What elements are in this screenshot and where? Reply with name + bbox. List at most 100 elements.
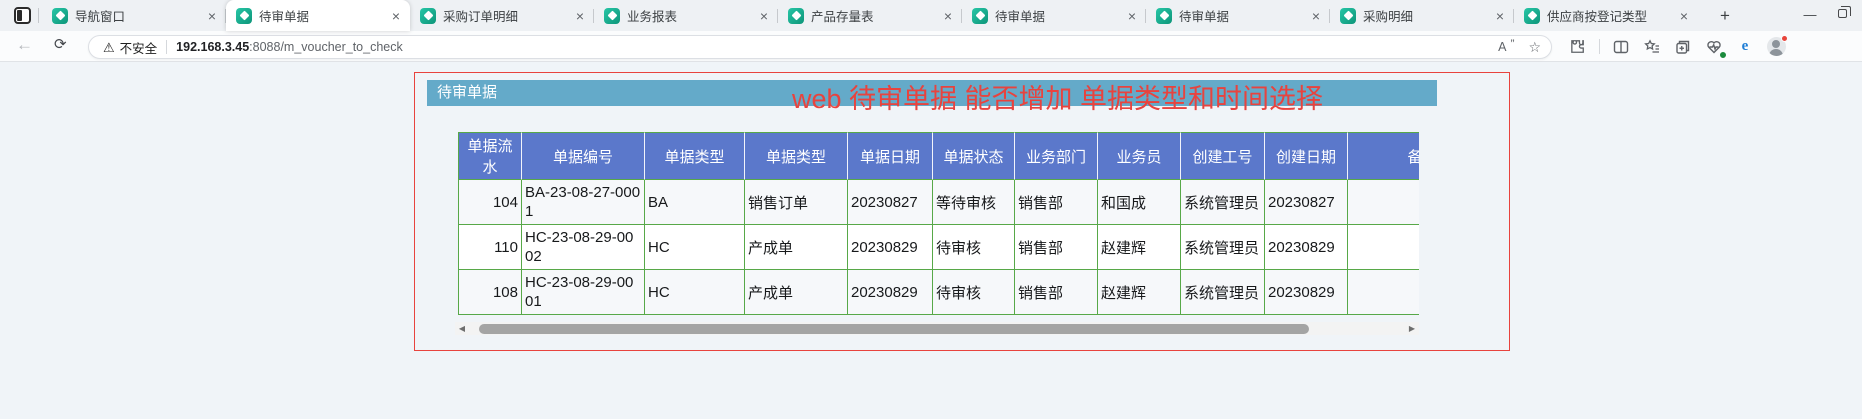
col-header-doc-type-name: 单据类型: [745, 132, 848, 180]
cell-doc-date: 20230829: [848, 225, 933, 270]
tab-pending-docs-3[interactable]: 待审单据 ×: [1146, 0, 1330, 31]
status-dot: [1719, 51, 1727, 59]
tab-close-icon[interactable]: ×: [942, 9, 954, 23]
cell-doc-status: 等待审核: [933, 180, 1015, 225]
security-label[interactable]: 不安全: [120, 38, 158, 57]
cell-doc-type-code: HC: [645, 270, 745, 315]
cell-salesperson: 赵建辉: [1098, 225, 1181, 270]
tab-label: 待审单据: [1179, 6, 1303, 25]
tab-label: 采购明细: [1363, 6, 1487, 25]
cell-remarks: [1348, 270, 1419, 315]
cell-doc-status: 待审核: [933, 225, 1015, 270]
notification-dot: [1781, 35, 1788, 42]
table-row: 110 HC-23-08-29-0002 HC 产成单 20230829 待审核…: [458, 225, 1419, 270]
extensions-icon[interactable]: [1568, 37, 1588, 57]
tab-close-icon[interactable]: ×: [1494, 9, 1506, 23]
url-host: 192.168.3.45: [176, 40, 249, 54]
tab-business-report[interactable]: 业务报表 ×: [594, 0, 778, 31]
tab-close-icon[interactable]: ×: [1126, 9, 1138, 23]
doc-number-link[interactable]: HC-23-08-29-0001: [522, 270, 645, 315]
cell-doc-type-name: 产成单: [745, 270, 848, 315]
cell-create-date: 20230829: [1265, 270, 1348, 315]
divider: [1599, 39, 1600, 54]
page-content: 待审单据 web 待审单据 能否增加 单据类型和时间选择 单据流水 单据编号 单…: [0, 62, 1862, 419]
app-favicon-icon: [52, 8, 68, 24]
cell-create-date: 20230827: [1265, 180, 1348, 225]
window-minimize-button[interactable]: —: [1796, 2, 1824, 29]
tab-pending-docs[interactable]: 待审单据 ×: [226, 0, 410, 31]
profile-avatar[interactable]: [1766, 37, 1786, 57]
col-header-remarks: 备注: [1348, 132, 1419, 180]
tab-nav-window[interactable]: 导航窗口 ×: [42, 0, 226, 31]
tab-close-icon[interactable]: ×: [1310, 9, 1322, 23]
tab-product-stock[interactable]: 产品存量表 ×: [778, 0, 962, 31]
tab-label: 产品存量表: [811, 6, 935, 25]
doc-number-link[interactable]: BA-23-08-27-0001: [522, 180, 645, 225]
col-header-doc-number: 单据编号: [522, 132, 645, 180]
app-favicon-icon: [236, 8, 252, 24]
table-row: 108 HC-23-08-29-0001 HC 产成单 20230829 待审核…: [458, 270, 1419, 315]
tab-label: 供应商按登记类型: [1547, 6, 1671, 25]
cell-doc-date: 20230827: [848, 180, 933, 225]
url-path: :8088/m_voucher_to_check: [249, 40, 403, 54]
cell-remarks: [1348, 180, 1419, 225]
refresh-icon[interactable]: ⟳: [54, 35, 67, 53]
doc-number-link[interactable]: HC-23-08-29-0002: [522, 225, 645, 270]
col-header-create-date: 创建日期: [1265, 132, 1348, 180]
horizontal-scrollbar[interactable]: ◀ ▶: [455, 322, 1419, 335]
tab-supplier-by-reg-type[interactable]: 供应商按登记类型 ×: [1514, 0, 1698, 31]
cell-doc-type-name: 产成单: [745, 225, 848, 270]
cell-doc-serial: 108: [458, 270, 522, 315]
tab-close-icon[interactable]: ×: [1678, 9, 1690, 23]
cell-creator-id: 系统管理员: [1181, 270, 1265, 315]
tab-label: 采购订单明细: [443, 6, 567, 25]
scroll-left-icon[interactable]: ◀: [455, 324, 469, 333]
col-header-doc-status: 单据状态: [933, 132, 1015, 180]
scroll-right-icon[interactable]: ▶: [1405, 324, 1419, 333]
tab-close-icon[interactable]: ×: [206, 9, 218, 23]
window-restore-icon[interactable]: [1838, 9, 1847, 18]
toolbar-icons: e: [1568, 33, 1786, 60]
tab-label: 待审单据: [259, 6, 383, 25]
tab-actions-icon[interactable]: [14, 7, 31, 24]
scrollbar-thumb[interactable]: [479, 324, 1309, 334]
col-header-doc-type-code: 单据类型: [645, 132, 745, 180]
app-favicon-icon: [604, 8, 620, 24]
cell-doc-type-code: HC: [645, 225, 745, 270]
tab-close-icon[interactable]: ×: [758, 9, 770, 23]
tab-purchase-detail[interactable]: 采购明细 ×: [1330, 0, 1514, 31]
read-aloud-icon[interactable]: A: [1498, 40, 1512, 54]
collections-icon[interactable]: [1673, 37, 1693, 57]
browser-essentials-icon[interactable]: [1704, 37, 1724, 57]
omnibox-actions: A ☆: [1498, 39, 1541, 56]
divider: [166, 40, 167, 54]
divider: [38, 8, 39, 23]
cell-doc-status: 待审核: [933, 270, 1015, 315]
tab-pending-docs-2[interactable]: 待审单据 ×: [962, 0, 1146, 31]
browser-toolbar: ← ⟳ ⚠ 不安全 192.168.3.45:8088/m_voucher_to…: [0, 31, 1862, 62]
new-tab-button[interactable]: +: [1712, 3, 1738, 29]
not-secure-warning-icon: ⚠: [103, 41, 115, 54]
tab-purchase-order-detail[interactable]: 采购订单明细 ×: [410, 0, 594, 31]
col-header-business-dept: 业务部门: [1015, 132, 1098, 180]
cell-doc-serial: 104: [458, 180, 522, 225]
cell-doc-type-code: BA: [645, 180, 745, 225]
cell-create-date: 20230829: [1265, 225, 1348, 270]
add-favorite-icon[interactable]: ☆: [1528, 39, 1541, 56]
cell-business-dept: 销售部: [1015, 225, 1098, 270]
app-favicon-icon: [1156, 8, 1172, 24]
col-header-salesperson: 业务员: [1098, 132, 1181, 180]
ie-mode-icon[interactable]: e: [1735, 37, 1755, 57]
scrollbar-track[interactable]: [469, 322, 1405, 335]
back-icon[interactable]: ←: [16, 35, 33, 55]
cell-salesperson: 和国成: [1098, 180, 1181, 225]
cell-salesperson: 赵建辉: [1098, 270, 1181, 315]
tab-close-icon[interactable]: ×: [574, 9, 586, 23]
favorites-list-icon[interactable]: [1642, 37, 1662, 57]
app-favicon-icon: [972, 8, 988, 24]
split-screen-icon[interactable]: [1611, 37, 1631, 57]
tab-close-icon[interactable]: ×: [390, 9, 402, 23]
address-bar[interactable]: ⚠ 不安全 192.168.3.45:8088/m_voucher_to_che…: [88, 35, 1552, 59]
tab-label: 导航窗口: [75, 6, 199, 25]
cell-creator-id: 系统管理员: [1181, 180, 1265, 225]
